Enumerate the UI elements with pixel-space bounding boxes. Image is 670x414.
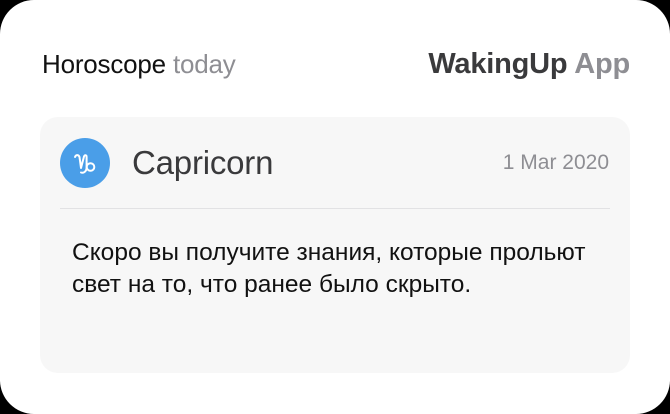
app-brand: WakingUp App [428, 48, 630, 81]
app-brand-suffix: App [574, 47, 630, 80]
widget-title-main: Horoscope [42, 48, 166, 79]
widget-title: Horoscope today [42, 49, 236, 80]
widget-header: Horoscope today WakingUp App [42, 46, 630, 82]
horoscope-message: Скоро вы получите знания, которые пролью… [72, 239, 586, 298]
widget-title-suffix: today [172, 48, 236, 79]
capricorn-glyph [74, 154, 96, 174]
horoscope-date: 1 Mar 2020 [502, 151, 609, 174]
horoscope-card[interactable]: Capricorn 1 Mar 2020 Скоро вы получите з… [40, 117, 630, 373]
app-brand-name: WakingUp [428, 47, 568, 80]
zodiac-sign-name: Capricorn [132, 144, 274, 181]
capricorn-zodiac-icon [60, 138, 110, 188]
card-header: Capricorn 1 Mar 2020 [60, 138, 609, 188]
card-divider [60, 208, 610, 209]
horoscope-widget[interactable]: Horoscope today WakingUp App Capricorn 1… [0, 0, 670, 414]
